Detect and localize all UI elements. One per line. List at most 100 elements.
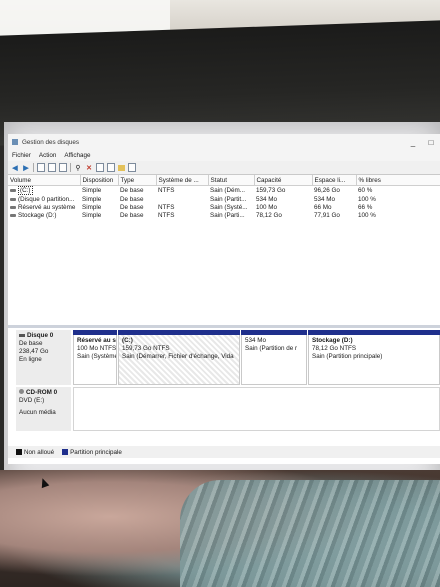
free-space-cell: 534 Mo [314, 195, 336, 203]
disk-state: En ligne [19, 356, 42, 363]
partition-reserved[interactable]: Réservé au s 100 Mo NTFS Sain (Système [73, 330, 117, 385]
status-cell: Sain (Dém... [210, 187, 245, 194]
menu-fichier[interactable]: Fichier [12, 152, 31, 159]
type-cell: De base [120, 195, 144, 203]
legend-item: Partition principale [62, 449, 122, 456]
cdrom-media: Aucun média [19, 409, 56, 416]
legend-swatch-unallocated [16, 449, 22, 455]
partition-recovery[interactable]: 534 Mo Sain (Partition de r [241, 330, 307, 385]
drive-icon [10, 213, 16, 217]
layout-cell: Simple [82, 195, 102, 203]
disk-0-row: Disque 0 De base 238,47 Go En ligne Rése… [16, 330, 440, 385]
folder-icon[interactable] [118, 164, 125, 171]
toolbar-separator [70, 163, 71, 172]
free-space-cell: 66 Mo [314, 203, 332, 211]
settings-icon[interactable] [128, 163, 136, 172]
volume-name: Stockage (D:) [18, 211, 57, 219]
percent-free-cell: 60 % [358, 187, 373, 194]
title-bar: Gestion des disques _ □ [8, 134, 440, 150]
check-icon[interactable] [96, 163, 104, 172]
disk-size: 238,47 Go [19, 348, 49, 355]
partition-status: Sain (Démarrer, Fichier d'échange, Vida [122, 353, 234, 360]
drive-icon [10, 189, 16, 192]
partition-status: Sain (Système [77, 353, 117, 360]
pane-splitter[interactable] [8, 325, 440, 328]
forward-arrow-icon[interactable]: ▶ [22, 164, 30, 172]
minimize-button[interactable]: _ [404, 138, 422, 147]
volume-table-header: Volume Disposition Type Système de ... S… [8, 175, 440, 186]
capacity-cell: 78,12 Go [256, 211, 282, 219]
fs-cell: NTFS [158, 211, 175, 219]
volume-name: (C:) [18, 186, 33, 195]
volume-cell: Réservé au système [8, 203, 80, 211]
properties-icon[interactable] [59, 163, 67, 172]
column-header[interactable]: % libres [356, 175, 440, 186]
column-header[interactable]: Statut [208, 175, 255, 186]
legend-bar: Non alloué Partition principale [8, 446, 440, 458]
partition-status: Sain (Partition principale) [312, 353, 383, 360]
free-space-cell: 96,26 Go [314, 187, 340, 194]
menu-bar: Fichier Action Affichage [8, 150, 440, 161]
partition-name: Stockage (D:) [312, 337, 353, 344]
back-arrow-icon[interactable]: ◀ [11, 164, 19, 172]
free-space-cell: 77,91 Go [314, 211, 340, 219]
table-row[interactable]: (C:) Simple De base NTFS Sain (Dém... 15… [8, 186, 440, 195]
column-header[interactable]: Système de ... [156, 175, 209, 186]
column-header[interactable]: Disposition [80, 175, 119, 186]
disk-management-app-icon [12, 139, 18, 145]
disk-name: Disque 0 [27, 332, 54, 339]
table-row[interactable]: (Disque 0 partition... Simple De base Sa… [8, 195, 440, 203]
disk-graphical-view: Disque 0 De base 238,47 Go En ligne Rése… [8, 330, 440, 451]
volume-cell: (Disque 0 partition... [8, 195, 80, 203]
table-row[interactable]: Stockage (D:) Simple De base NTFS Sain (… [8, 211, 440, 219]
column-header[interactable]: Espace li... [312, 175, 357, 186]
disk-0-label[interactable]: Disque 0 De base 238,47 Go En ligne [16, 330, 71, 385]
type-cell: De base [120, 187, 144, 194]
partition-size: 100 Mo NTFS [77, 345, 117, 352]
partition-size: 159,73 Go NTFS [122, 345, 170, 352]
panel-icon[interactable] [37, 163, 45, 172]
percent-free-cell: 100 % [358, 211, 376, 219]
fs-cell: NTFS [158, 187, 175, 194]
menu-action[interactable]: Action [39, 152, 57, 159]
table-row[interactable]: Réservé au système Simple De base NTFS S… [8, 203, 440, 211]
disk-type: De base [19, 340, 43, 347]
cdrom-0-label[interactable]: CD-ROM 0 DVD (E:) Aucun média [16, 387, 71, 431]
partition-name: Réservé au s [77, 337, 116, 344]
help-icon[interactable] [48, 163, 56, 172]
layout-cell: Simple [82, 211, 102, 219]
legend-swatch-primary [62, 449, 69, 455]
column-header[interactable]: Type [118, 175, 157, 186]
fs-cell [156, 195, 208, 203]
volume-name: Réservé au système [18, 203, 76, 211]
window-title: Gestion des disques [22, 138, 80, 146]
connect-icon[interactable]: ⚲ [74, 164, 82, 172]
new-doc-icon[interactable] [107, 163, 115, 172]
volume-name: (Disque 0 partition... [18, 195, 75, 203]
delete-x-icon[interactable]: ✕ [85, 164, 93, 172]
type-cell: De base [120, 203, 144, 211]
cdrom-drive: DVD (E:) [19, 397, 45, 404]
disk-0-partitions: Réservé au s 100 Mo NTFS Sain (Système (… [73, 330, 440, 385]
volume-cell: (C:) [8, 186, 80, 195]
maximize-button[interactable]: □ [422, 138, 440, 147]
percent-free-cell: 100 % [358, 195, 376, 203]
partition-d[interactable]: Stockage (D:) 78,12 Go NTFS Sain (Partit… [308, 330, 440, 385]
drive-icon [10, 197, 16, 201]
partition-size: 534 Mo [245, 337, 267, 344]
partition-c[interactable]: (C:) 159,73 Go NTFS Sain (Démarrer, Fich… [118, 330, 240, 385]
column-header[interactable]: Volume [8, 175, 81, 186]
partition-status: Sain (Partition de r [245, 345, 298, 352]
drive-icon [10, 205, 16, 209]
cdrom-icon [19, 389, 24, 394]
percent-free-cell: 66 % [358, 203, 373, 211]
column-header[interactable]: Capacité [254, 175, 313, 186]
capacity-cell: 100 Mo [256, 203, 278, 211]
cdrom-0-media-area[interactable] [73, 387, 440, 431]
layout-cell: Simple [82, 203, 102, 211]
menu-affichage[interactable]: Affichage [64, 152, 90, 159]
disk-management-window: Gestion des disques _ □ Fichier Action A… [8, 134, 440, 464]
toolbar: ◀ ▶ ⚲ ✕ [8, 161, 440, 175]
volume-table: Volume Disposition Type Système de ... S… [8, 175, 440, 219]
fs-cell: NTFS [158, 203, 175, 211]
